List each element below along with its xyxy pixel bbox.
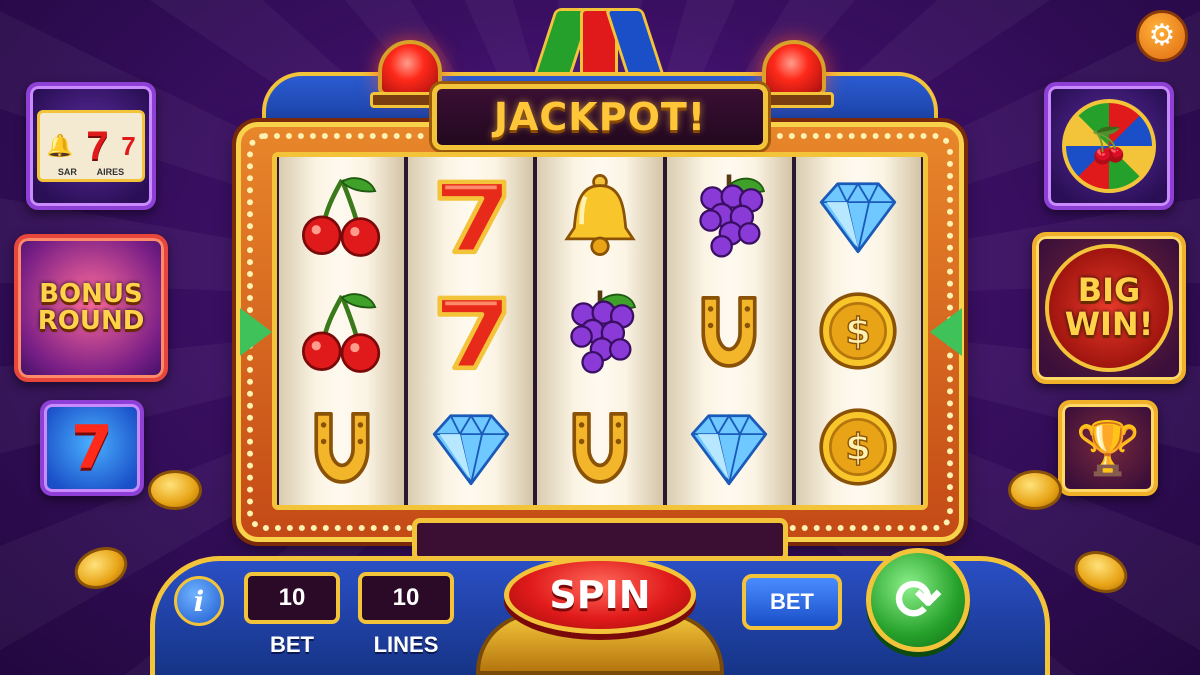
reel-3 — [537, 157, 663, 505]
reel-2 — [408, 157, 534, 505]
payline-arrow-right-icon — [930, 308, 962, 356]
reel-5: $ $ — [795, 157, 922, 505]
coin-decoration — [148, 470, 202, 510]
mini-slot-label: SAR — [57, 167, 77, 177]
bet-readout: 10 — [244, 572, 340, 624]
bonus-round-line1: BONUS — [39, 278, 143, 309]
trophy-icon: 🏆 — [1075, 419, 1141, 478]
seven-icon — [421, 165, 521, 265]
diamond-icon — [421, 397, 521, 497]
lines-label: LINES — [373, 632, 439, 657]
bell-mini-icon: 🔔 — [46, 133, 74, 158]
mini-slot-label: AIRES — [96, 167, 125, 177]
siren-light-right — [762, 40, 826, 96]
seven-mini-icon: 7 — [121, 130, 136, 161]
big-win-line2: WIN! — [1064, 305, 1154, 343]
bonus-round-tile[interactable]: BONUS ROUND — [14, 234, 168, 382]
jackpot-sign: JACKPOT! — [432, 84, 768, 150]
grapes-icon — [679, 165, 779, 265]
grapes-icon — [550, 281, 650, 381]
bet-button[interactable]: BET — [742, 574, 842, 630]
diamond-icon — [808, 165, 908, 265]
reel-window: $ $ — [272, 152, 928, 510]
info-icon: i — [193, 584, 205, 618]
seven-icon — [421, 281, 521, 381]
horseshoe-icon — [679, 281, 779, 381]
seven-tile-text: 7 — [71, 412, 113, 483]
refresh-icon: ⟳ — [894, 568, 942, 631]
coin-icon: $ — [808, 397, 908, 497]
payline-arrow-left-icon — [240, 308, 272, 356]
lines-value: 10 — [392, 584, 420, 611]
side-tile-mini-slot[interactable]: 🔔 7 7 SAR AIRES — [26, 82, 156, 210]
cherry-icon — [292, 165, 392, 265]
spin-label: SPIN — [549, 573, 651, 617]
lines-readout: 10 — [358, 572, 454, 624]
bell-icon — [550, 165, 650, 265]
autospin-button[interactable]: ⟳ — [866, 548, 970, 652]
settings-gear-icon[interactable]: ⚙ — [1136, 10, 1188, 62]
horseshoe-icon — [292, 397, 392, 497]
coin-icon: $ — [808, 281, 908, 381]
side-tile-seven[interactable]: 7 — [40, 400, 144, 496]
big-win-line1: BIG — [1077, 271, 1141, 310]
prize-wheel-icon: 🍒 — [1062, 99, 1156, 193]
spin-button[interactable]: SPIN — [504, 556, 696, 634]
svg-text:$: $ — [846, 426, 872, 469]
bet-label: BET — [270, 632, 314, 657]
cherry-mini-icon: 🍒 — [1087, 127, 1131, 165]
side-tile-trophy[interactable]: 🏆 — [1058, 400, 1158, 496]
reel-1 — [279, 157, 405, 505]
svg-text:$: $ — [846, 310, 872, 353]
siren-light-left — [378, 40, 442, 96]
big-win-tile[interactable]: BIG WIN! — [1032, 232, 1186, 384]
bonus-round-line2: ROUND — [37, 306, 145, 336]
coin-decoration — [1008, 470, 1062, 510]
horseshoe-icon — [550, 397, 650, 497]
bet-value: 10 — [278, 584, 306, 611]
seven-mini-icon: 7 — [86, 123, 109, 168]
jackpot-text: JACKPOT! — [493, 95, 707, 139]
reel-4 — [666, 157, 792, 505]
side-tile-cherry-wheel[interactable]: 🍒 — [1044, 82, 1174, 210]
cherry-icon — [292, 281, 392, 381]
info-button[interactable]: i — [174, 576, 224, 626]
bet-button-label: BET — [770, 589, 814, 614]
diamond-icon — [679, 397, 779, 497]
